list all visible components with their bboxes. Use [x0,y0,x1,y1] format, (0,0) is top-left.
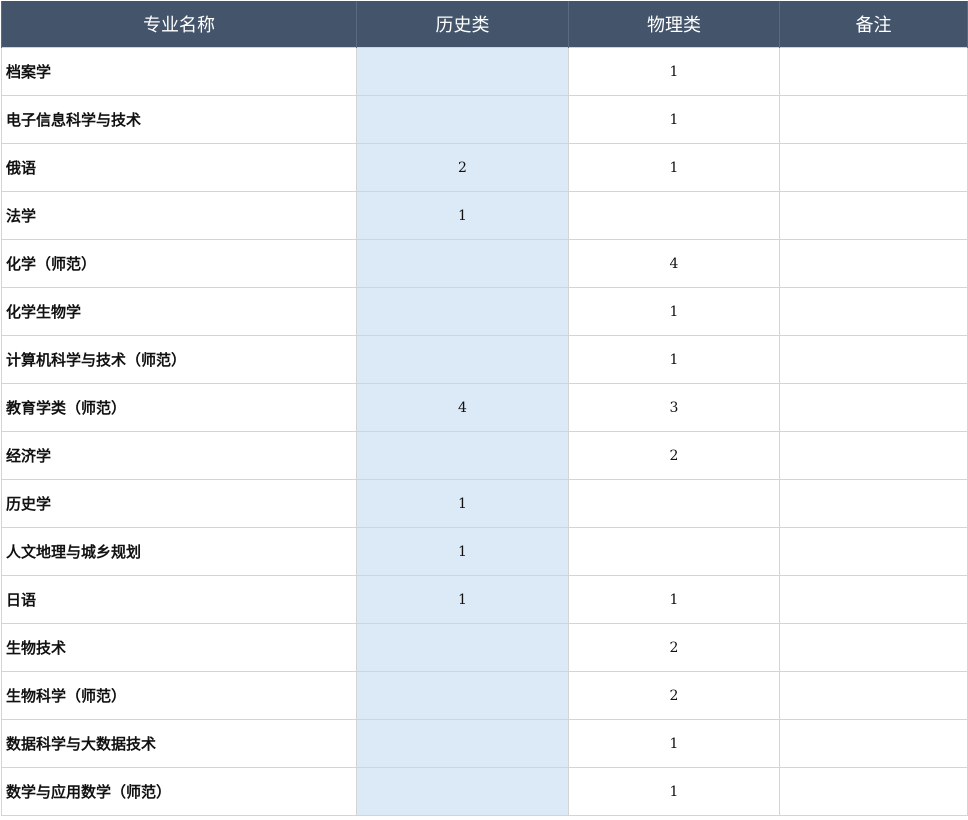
major-cell[interactable]: 计算机科学与技术（师范） [1,335,357,384]
table-row: 法学 1 [1,191,968,240]
table-row: 生物技术 2 [1,623,968,672]
column-header-major[interactable]: 专业名称 [1,1,357,48]
history-cell[interactable] [356,719,569,768]
note-cell[interactable] [779,335,968,384]
history-cell[interactable] [356,239,569,288]
history-cell[interactable]: 1 [356,575,569,624]
table-row: 档案学 1 [1,47,968,96]
major-cell[interactable]: 俄语 [1,143,357,192]
note-cell[interactable] [779,383,968,432]
table-row: 数据科学与大数据技术 1 [1,719,968,768]
note-cell[interactable] [779,431,968,480]
table-row: 教育学类（师范） 4 3 [1,383,968,432]
history-cell[interactable] [356,431,569,480]
physics-cell[interactable]: 1 [568,95,780,144]
physics-cell[interactable]: 1 [568,287,780,336]
major-cell[interactable]: 法学 [1,191,357,240]
column-header-physics[interactable]: 物理类 [568,1,780,48]
major-cell[interactable]: 生物科学（师范） [1,671,357,720]
table-row: 电子信息科学与技术 1 [1,95,968,144]
physics-cell[interactable]: 4 [568,239,780,288]
physics-cell[interactable] [568,527,780,576]
history-cell[interactable]: 2 [356,143,569,192]
column-header-note[interactable]: 备注 [779,1,968,48]
note-cell[interactable] [779,479,968,528]
history-cell[interactable] [356,95,569,144]
note-cell[interactable] [779,287,968,336]
note-cell[interactable] [779,671,968,720]
major-cell[interactable]: 化学生物学 [1,287,357,336]
history-cell[interactable] [356,671,569,720]
major-cell[interactable]: 日语 [1,575,357,624]
note-cell[interactable] [779,95,968,144]
table-row: 俄语 2 1 [1,143,968,192]
physics-cell[interactable]: 1 [568,719,780,768]
history-cell[interactable] [356,335,569,384]
history-cell[interactable] [356,287,569,336]
physics-cell[interactable]: 2 [568,431,780,480]
table-row: 经济学 2 [1,431,968,480]
physics-cell[interactable]: 2 [568,671,780,720]
note-cell[interactable] [779,239,968,288]
note-cell[interactable] [779,719,968,768]
major-cell[interactable]: 历史学 [1,479,357,528]
note-cell[interactable] [779,191,968,240]
physics-cell[interactable]: 1 [568,335,780,384]
note-cell[interactable] [779,623,968,672]
table-row: 计算机科学与技术（师范） 1 [1,335,968,384]
history-cell[interactable]: 4 [356,383,569,432]
table-row: 化学（师范） 4 [1,239,968,288]
history-cell[interactable]: 1 [356,479,569,528]
major-cell[interactable]: 生物技术 [1,623,357,672]
major-cell[interactable]: 经济学 [1,431,357,480]
enrollment-table: 专业名称 历史类 物理类 备注 档案学 1 电子信息科学与技术 1 俄语 2 1… [1,1,968,816]
major-cell[interactable]: 档案学 [1,47,357,96]
history-cell[interactable] [356,767,569,816]
table-row: 历史学 1 [1,479,968,528]
spreadsheet-view: 专业名称 历史类 物理类 备注 档案学 1 电子信息科学与技术 1 俄语 2 1… [0,0,968,820]
major-cell[interactable]: 化学（师范） [1,239,357,288]
physics-cell[interactable]: 1 [568,47,780,96]
note-cell[interactable] [779,767,968,816]
major-cell[interactable]: 教育学类（师范） [1,383,357,432]
major-cell[interactable]: 人文地理与城乡规划 [1,527,357,576]
note-cell[interactable] [779,47,968,96]
physics-cell[interactable]: 1 [568,143,780,192]
history-cell[interactable]: 1 [356,527,569,576]
physics-cell[interactable] [568,479,780,528]
column-header-history[interactable]: 历史类 [356,1,569,48]
physics-cell[interactable]: 1 [568,575,780,624]
major-cell[interactable]: 电子信息科学与技术 [1,95,357,144]
history-cell[interactable] [356,623,569,672]
table-row: 人文地理与城乡规划 1 [1,527,968,576]
physics-cell[interactable]: 3 [568,383,780,432]
note-cell[interactable] [779,527,968,576]
history-cell[interactable] [356,47,569,96]
history-cell[interactable]: 1 [356,191,569,240]
major-cell[interactable]: 数据科学与大数据技术 [1,719,357,768]
physics-cell[interactable]: 1 [568,767,780,816]
physics-cell[interactable]: 2 [568,623,780,672]
table-row: 化学生物学 1 [1,287,968,336]
table-row: 数学与应用数学（师范） 1 [1,767,968,816]
physics-cell[interactable] [568,191,780,240]
major-cell[interactable]: 数学与应用数学（师范） [1,767,357,816]
table-row: 日语 1 1 [1,575,968,624]
note-cell[interactable] [779,575,968,624]
note-cell[interactable] [779,143,968,192]
table-row: 生物科学（师范） 2 [1,671,968,720]
header-row: 专业名称 历史类 物理类 备注 [1,1,968,48]
